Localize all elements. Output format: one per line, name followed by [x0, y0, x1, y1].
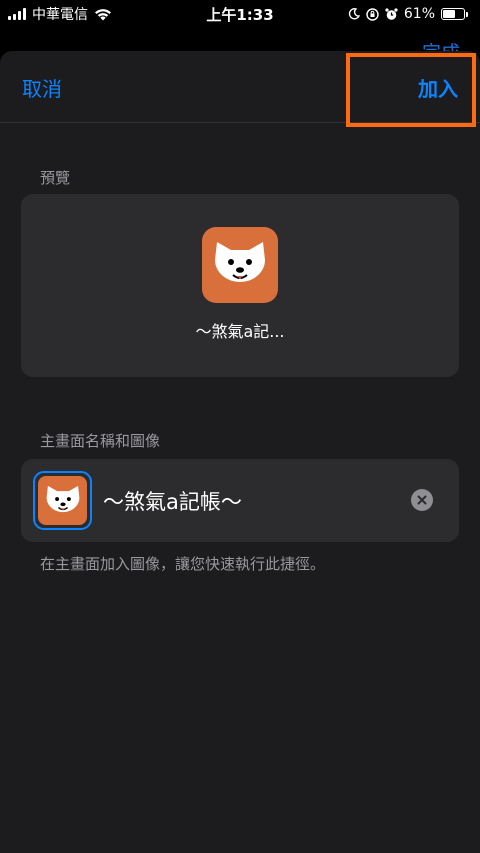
preview-app-name: ～煞氣a記... [195, 322, 285, 341]
app-icon-thumbnail [38, 476, 87, 525]
home-screen-section-label: 主畫面名稱和圖像 [40, 432, 161, 450]
moon-icon [348, 8, 360, 20]
orientation-lock-icon [366, 7, 379, 21]
carrier-name: 中華電信 [32, 7, 88, 23]
cancel-button[interactable]: 取消 [22, 51, 62, 123]
clear-text-button[interactable] [411, 489, 433, 511]
status-right: 61% [348, 6, 468, 22]
add-to-home-sheet: 取消 加入 [0, 51, 480, 853]
cellular-signal-icon [8, 8, 26, 20]
preview-section-label: 預覽 [40, 169, 71, 187]
close-icon [417, 495, 427, 505]
name-and-icon-row: ～煞氣a記帳～ [21, 459, 459, 542]
alarm-icon [385, 7, 398, 20]
battery-percent: 61% [403, 6, 435, 22]
status-bar: 中華電信 上午1:33 61% [0, 0, 480, 28]
app-icon-preview [202, 227, 278, 303]
icon-picker[interactable] [33, 471, 92, 530]
home-screen-footer-note: 在主畫面加入圖像，讓您快速執行此捷徑。 [40, 555, 326, 573]
battery-icon [441, 8, 468, 20]
dog-face-icon [215, 242, 265, 282]
preview-card: ～煞氣a記... [21, 194, 459, 377]
wifi-icon [95, 8, 111, 20]
dog-face-icon [46, 485, 79, 512]
status-left: 中華電信 [8, 4, 112, 24]
shortcut-name-field[interactable]: ～煞氣a記帳～ [103, 459, 393, 542]
add-button[interactable]: 加入 [418, 51, 458, 123]
navigation-bar: 取消 加入 [0, 51, 480, 123]
